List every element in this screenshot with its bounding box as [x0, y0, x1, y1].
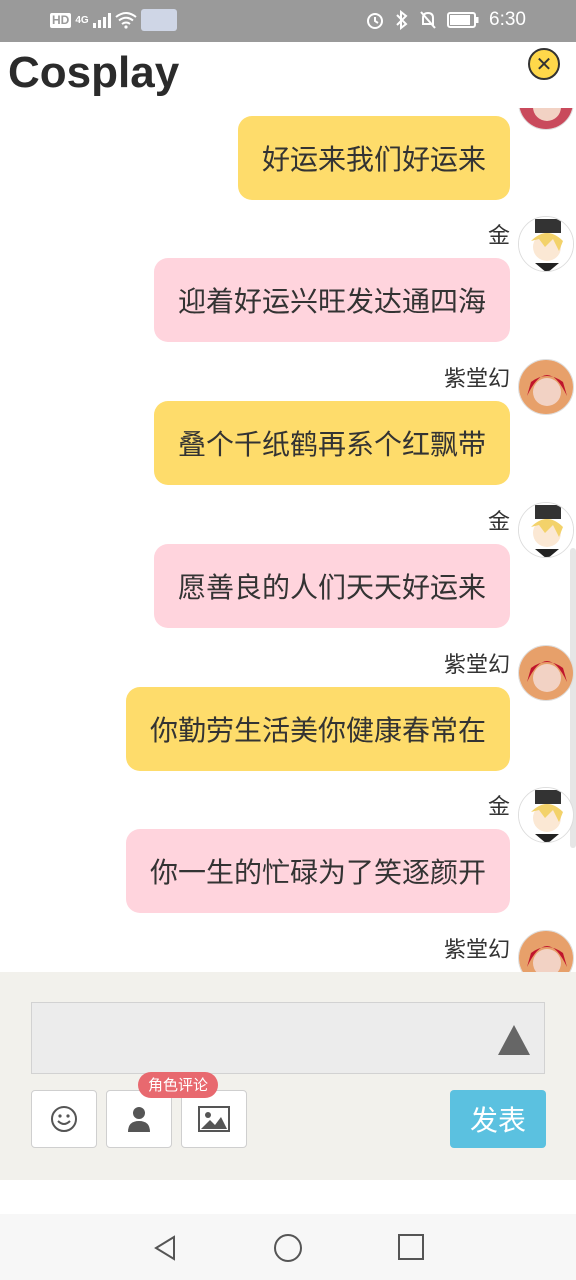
sender-name: 金	[487, 795, 510, 820]
status-bar: HD 4G 6:30	[0, 0, 576, 42]
chat-list[interactable]: 好运来我们好运来 金 迎着好运兴旺发达通四海 紫堂幻 叠个千纸鹤再系个红飘带 金…	[0, 108, 576, 972]
expand-triangle-icon[interactable]	[498, 1025, 530, 1055]
signal-icon	[92, 12, 111, 28]
message-bubble[interactable]: 你一生的忙碌为了笑逐颜开	[125, 829, 510, 913]
post-button[interactable]: 发表	[450, 1090, 546, 1148]
navigation-bar	[0, 1214, 576, 1280]
clock: 6:30	[489, 9, 526, 30]
avatar[interactable]	[518, 787, 574, 843]
role-comment-badge: 角色评论	[138, 1072, 219, 1098]
role-button[interactable]	[106, 1090, 172, 1148]
header: Cosplay ✕	[0, 42, 576, 108]
person-icon	[128, 1107, 150, 1132]
message-bubble[interactable]: 你勤劳生活美你健康春常在	[125, 687, 510, 771]
home-icon[interactable]	[274, 1234, 302, 1262]
hd-indicator: HD	[50, 12, 72, 28]
message-bubble[interactable]: 迎着好运兴旺发达通四海	[153, 258, 510, 342]
sender-name: 紫堂幻	[443, 938, 510, 963]
message-bubble[interactable]: 好运来我们好运来	[237, 116, 510, 200]
wifi-icon	[115, 12, 137, 29]
avatar[interactable]	[518, 930, 574, 972]
comment-input[interactable]	[31, 1002, 545, 1074]
avatar[interactable]	[518, 216, 574, 272]
mute-bell-icon	[420, 11, 436, 29]
sender-name: 紫堂幻	[443, 367, 510, 392]
battery-icon	[447, 12, 479, 28]
bluetooth-icon	[396, 10, 408, 30]
message-bubble[interactable]: 叠个千纸鹤再系个红飘带	[153, 401, 510, 485]
recents-icon[interactable]	[398, 1234, 424, 1260]
alarm-icon	[367, 13, 384, 29]
back-icon[interactable]	[152, 1234, 178, 1262]
sender-name: 紫堂幻	[443, 653, 510, 678]
avatar[interactable]	[518, 645, 574, 701]
avatar[interactable]	[518, 108, 574, 130]
smiley-icon	[51, 1106, 77, 1132]
network-type: 4G	[75, 14, 89, 26]
avatar[interactable]	[518, 359, 574, 415]
avatar[interactable]	[518, 502, 574, 558]
sender-name: 金	[487, 224, 510, 249]
app-notification-icon	[140, 9, 177, 31]
close-icon[interactable]: ✕	[528, 48, 560, 80]
message-bubble[interactable]: 愿善良的人们天天好运来	[153, 544, 510, 628]
page-title: Cosplay	[8, 48, 180, 97]
emoji-button[interactable]	[31, 1090, 97, 1148]
image-icon	[198, 1106, 230, 1132]
sender-name: 金	[487, 510, 510, 535]
image-button[interactable]	[181, 1090, 247, 1148]
composer: 角色评论 发表	[0, 972, 576, 1180]
